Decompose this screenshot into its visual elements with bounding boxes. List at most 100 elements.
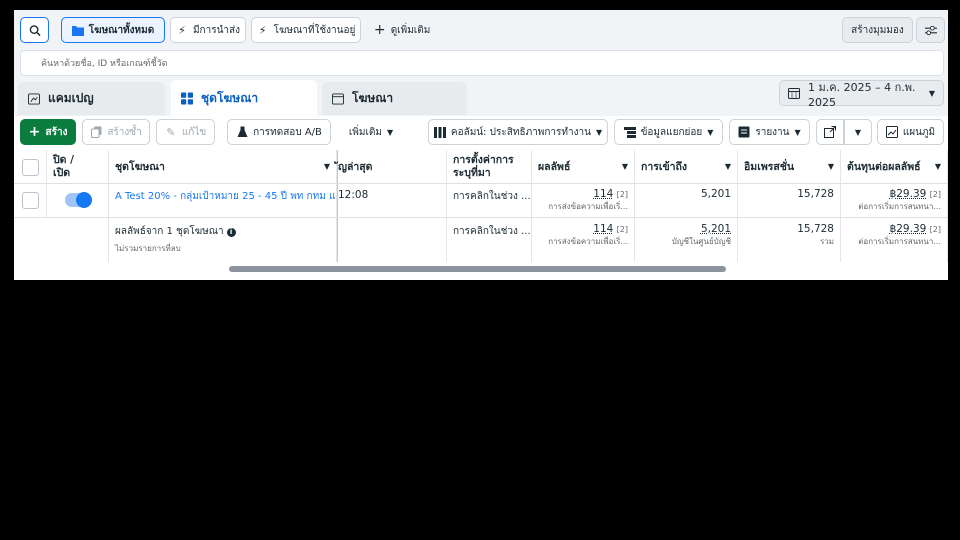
summary-impressions: 15,728 bbox=[797, 223, 834, 235]
chevron-down-icon: ▼ bbox=[595, 127, 603, 137]
summary-reach[interactable]: 5,201 bbox=[701, 223, 731, 235]
view-settings-button[interactable] bbox=[916, 17, 945, 43]
summary-cost[interactable]: ฿29.39 bbox=[890, 223, 927, 235]
summary-results[interactable]: 114 bbox=[593, 223, 613, 235]
duplicate-label: สร้างซ้ำ bbox=[107, 126, 142, 138]
line-chart-icon bbox=[885, 126, 898, 138]
adsets-table: ปิด / เปิด ชุดโฆษณา ▼ ัญล่าสุด การตั้งค่… bbox=[14, 150, 948, 262]
columns-button[interactable]: คอลัมน์: ประสิทธิภาพการทำงาน ▼ bbox=[428, 119, 608, 145]
flag-icon bbox=[28, 92, 40, 105]
header-impressions[interactable]: อิมเพรสชั่น ▼ bbox=[738, 150, 841, 184]
tab-ads[interactable]: โฆษณา bbox=[322, 82, 467, 115]
summary-impressions-sub: รวม bbox=[819, 237, 834, 246]
plus-icon: + bbox=[28, 124, 41, 140]
plus-icon: + bbox=[373, 22, 386, 38]
tab-ads-label: โฆษณา bbox=[352, 91, 394, 105]
header-bid-strategy[interactable]: การตั้งค่าการระบุที่มา bbox=[447, 150, 532, 184]
date-range-picker[interactable]: 1 ม.ค. 2025 – 4 ก.พ. 2025 ▼ bbox=[779, 80, 944, 109]
chevron-down-icon: ▼ bbox=[621, 162, 628, 171]
chevron-down-icon: ▼ bbox=[827, 162, 834, 171]
header-adset[interactable]: ชุดโฆษณา ▼ bbox=[109, 150, 337, 184]
results-sub: การส่งข้อความเพื่อเริ่... bbox=[548, 202, 628, 211]
more-button[interactable]: เพิ่มเติม ▼ bbox=[339, 119, 403, 145]
search-input[interactable]: ค้นหาด้วยชื่อ, ID หรือเกณฑ์ชี้วัด bbox=[20, 50, 944, 76]
ads-manager-panel: โฆษณาทั้งหมด ⚡ มีการนำส่ง ⚡ โฆษณาที่ใช้ง… bbox=[14, 10, 948, 280]
header-cost-per-result[interactable]: ต้นทุนต่อผลลัพธ์ ▼ bbox=[841, 150, 948, 184]
ab-test-button[interactable]: การทดสอบ A/B bbox=[227, 119, 331, 145]
results-value[interactable]: 114 bbox=[593, 188, 613, 200]
header-results[interactable]: ผลลัพธ์ ▼ bbox=[532, 150, 635, 184]
summary-results-sub: การส่งข้อความเพื่อเริ่... bbox=[548, 237, 628, 246]
reports-button[interactable]: รายงาน ▼ bbox=[729, 119, 810, 145]
impressions-value: 15,728 bbox=[797, 188, 834, 200]
tab-campaigns[interactable]: แคมเปญ bbox=[18, 82, 165, 115]
cost-value[interactable]: ฿29.39 bbox=[890, 188, 927, 200]
header-cost-label: ต้นทุนต่อผลลัพธ์ bbox=[847, 161, 921, 173]
ad-icon bbox=[332, 92, 344, 105]
bid-value: การคลิกในช่วง ... bbox=[453, 191, 531, 202]
filter-all-ads[interactable]: โฆษณาทั้งหมด bbox=[61, 17, 165, 43]
create-view-button[interactable]: สร้างมุมมอง bbox=[842, 17, 913, 43]
summary-bid-cell: การคลิกในช่วง ... bbox=[447, 218, 532, 262]
lightning-icon: ⚡ bbox=[178, 23, 186, 37]
see-more-label: ดูเพิ่มเติม bbox=[390, 24, 431, 36]
duplicate-button[interactable]: สร้างซ้ำ bbox=[82, 119, 150, 145]
select-all-checkbox[interactable] bbox=[22, 159, 39, 176]
breakdown-label: ข้อมูลแยกย่อย bbox=[640, 126, 703, 138]
breakdown-button[interactable]: ข้อมูลแยกย่อย ▼ bbox=[614, 119, 723, 145]
cost-sub: ต่อการเริ่มการสนทนา... bbox=[858, 202, 941, 211]
header-latest[interactable]: ัญล่าสุด bbox=[337, 150, 447, 184]
summary-reach-cell: 5,201 บัญชีในศูนย์บัญชี bbox=[635, 218, 738, 262]
reach-value: 5,201 bbox=[700, 188, 731, 200]
filter-active-ads[interactable]: ⚡ โฆษณาที่ใช้งานอยู่ bbox=[251, 17, 361, 43]
info-icon[interactable]: i bbox=[226, 228, 236, 237]
search-button[interactable] bbox=[20, 17, 49, 43]
filter-has-delivery[interactable]: ⚡ มีการนำส่ง bbox=[170, 17, 246, 43]
summary-impressions-cell: 15,728 รวม bbox=[738, 218, 841, 262]
chevron-down-icon: ▼ bbox=[928, 88, 935, 98]
tab-campaigns-label: แคมเปญ bbox=[48, 91, 94, 105]
summary-name: ผลลัพธ์จาก 1 ชุดโฆษณา bbox=[115, 226, 224, 237]
chevron-down-icon: ▼ bbox=[794, 127, 801, 137]
header-reach[interactable]: การเข้าถึง ▼ bbox=[635, 150, 738, 184]
tab-adsets[interactable]: ชุดโฆษณา bbox=[171, 80, 317, 116]
row-bid-cell: การคลิกในช่วง ... bbox=[447, 184, 532, 217]
horizontal-scrollbar-thumb[interactable] bbox=[229, 266, 726, 272]
breakdown-icon bbox=[623, 126, 636, 138]
chevron-down-icon: ▼ bbox=[854, 127, 862, 137]
grid-icon bbox=[181, 92, 193, 104]
charts-label: แผนภูมิ bbox=[902, 126, 936, 138]
create-button[interactable]: + สร้าง bbox=[20, 119, 76, 145]
header-adset-label: ชุดโฆษณา bbox=[115, 161, 165, 173]
results-note: [2] bbox=[616, 190, 628, 199]
see-more-filters[interactable]: + ดูเพิ่มเติม bbox=[369, 17, 435, 43]
tab-adsets-label: ชุดโฆษณา bbox=[201, 90, 259, 105]
header-bid-label: การตั้งค่าการระบุที่มา bbox=[453, 153, 514, 179]
edit-label: แก้ไข bbox=[181, 126, 207, 138]
row-reach-cell: 5,201 bbox=[635, 184, 738, 217]
copy-icon bbox=[90, 126, 102, 138]
edit-button[interactable]: ✎ แก้ไข bbox=[156, 119, 215, 145]
row-checkbox[interactable] bbox=[22, 192, 39, 209]
row-results-cell: 114 [2] การส่งข้อความเพื่อเริ่... bbox=[532, 184, 635, 217]
summary-sub: ไม่รวมรายการที่ลบ bbox=[115, 244, 181, 253]
adset-toggle[interactable] bbox=[65, 192, 92, 208]
row-checkbox-cell bbox=[14, 184, 47, 217]
export-icon bbox=[824, 126, 836, 138]
summary-cost-cell: ฿29.39 [2] ต่อการเริ่มการสนทนา... bbox=[841, 218, 948, 262]
beaker-icon bbox=[236, 126, 248, 138]
report-icon bbox=[738, 126, 750, 138]
chevron-down-icon: ▼ bbox=[386, 127, 394, 137]
export-button[interactable] bbox=[816, 119, 844, 145]
search-icon bbox=[29, 24, 41, 36]
export-dropdown-button[interactable]: ▼ bbox=[844, 119, 872, 145]
columns-icon bbox=[433, 126, 446, 138]
summary-bid: การคลิกในช่วง ... bbox=[453, 226, 531, 237]
create-view-label: สร้างมุมมอง bbox=[851, 24, 904, 36]
charts-button[interactable]: แผนภูมิ bbox=[877, 119, 944, 145]
ab-test-label: การทดสอบ A/B bbox=[253, 126, 322, 138]
row-impressions-cell: 15,728 bbox=[738, 184, 841, 217]
summary-cost-note: [2] bbox=[929, 225, 941, 234]
reports-label: รายงาน bbox=[755, 126, 790, 138]
adset-name-link[interactable]: A Test 20% - กลุ่มเป้าหมาย 25 - 45 ปี พท… bbox=[115, 191, 336, 202]
